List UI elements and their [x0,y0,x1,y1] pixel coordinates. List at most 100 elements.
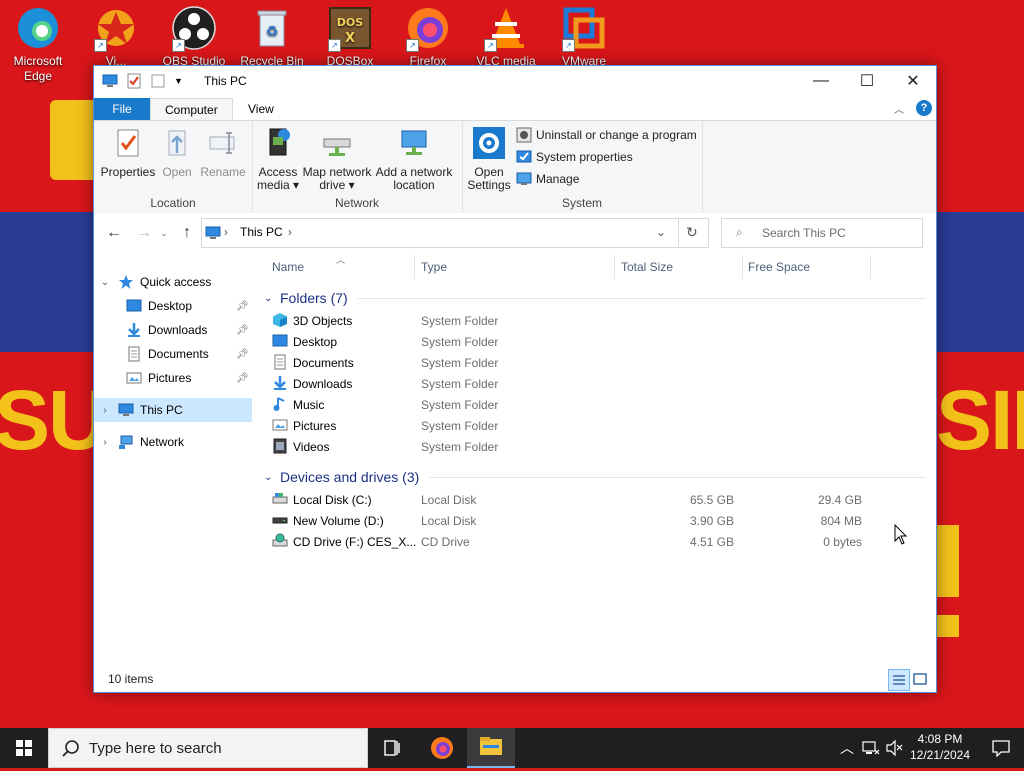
desktop-icon-vmware[interactable]: ↗ VMware [546,4,622,69]
recent-locations-chevron-icon[interactable]: ⌄ [154,223,174,243]
nav-item-documents[interactable]: Documents 📌︎ [94,342,252,366]
nav-item-network[interactable]: › Network [94,430,252,454]
chevron-right-icon[interactable]: › [99,405,111,416]
manage-button[interactable]: Manage [516,170,579,188]
volume-muted-icon [886,740,903,756]
access-media-button[interactable]: Access media ▾ [256,127,300,192]
column-header-total-size[interactable]: Total Size [621,253,673,281]
properties-button[interactable]: Properties [100,127,156,179]
desktop-icon-dosbox[interactable]: DOS X ↗ DOSBox [312,4,388,69]
large-icons-view-button[interactable] [910,669,930,689]
chevron-down-icon[interactable]: ⌄ [99,277,111,288]
task-view-button[interactable] [368,728,416,768]
search-box[interactable]: ⌕ Search This PC [721,218,923,248]
properties-icon [117,129,139,157]
desktop-icon-recycle-bin[interactable]: ♻ Recycle Bin [234,4,310,69]
nav-item-quick-access[interactable]: ⌄ Quick access [94,270,252,294]
breadcrumb-separator-icon[interactable]: › [288,225,292,239]
tab-file[interactable]: File [94,98,150,120]
details-view-button[interactable] [888,669,910,691]
title-bar[interactable]: ▼ This PC — ☐ ✕ [94,66,936,96]
desktop-icon-2[interactable]: ↗ Vi... [78,4,154,69]
desktop-icon-edge[interactable]: Microsoft Edge [0,4,76,84]
nav-item-this-pc[interactable]: › This PC [94,398,252,422]
taskbar-clock[interactable]: 4:08 PM 12/21/2024 [904,731,976,763]
new-folder-qat-icon[interactable] [150,73,166,89]
desktop-icon-vlc[interactable]: ↗ VLC media [468,4,544,69]
list-item[interactable]: Documents System Folder [272,352,872,373]
manage-icon [516,172,532,185]
list-item[interactable]: Videos System Folder [272,436,872,457]
properties-qat-icon[interactable] [126,73,142,89]
chevron-right-icon[interactable]: › [99,437,111,448]
gear-icon [473,127,505,159]
open-settings-button[interactable]: Open Settings [466,127,512,192]
nav-item-desktop[interactable]: Desktop 📌︎ [94,294,252,318]
pin-icon[interactable]: 📌︎ [236,373,249,384]
taskbar-firefox-button[interactable] [418,728,466,768]
taskbar-search-box[interactable]: Type here to search [48,728,368,768]
list-item[interactable]: CD Drive (F:) CES_X... CD Drive 4.51 GB … [272,531,872,552]
list-item[interactable]: Downloads System Folder [272,373,872,394]
this-pc-icon [118,403,134,416]
maximize-button[interactable]: ☐ [844,66,890,96]
rename-button[interactable]: Rename [198,127,248,179]
system-properties-button[interactable]: System properties [516,148,633,166]
tab-computer[interactable]: Computer [150,98,233,121]
list-item[interactable]: 3D Objects System Folder [272,310,872,331]
breadcrumb-this-pc[interactable]: This PC [240,225,283,239]
customize-qat-chevron-icon[interactable]: ▼ [174,76,183,86]
list-item[interactable]: Desktop System Folder [272,331,872,352]
back-button[interactable]: ← [104,223,124,243]
show-hidden-icons-button[interactable]: ︿ [838,728,856,768]
ribbon-group-label: Location [150,196,196,210]
edge-icon [14,4,62,52]
rename-icon [209,132,235,154]
add-network-location-button[interactable]: Add a network location [374,127,454,192]
chevron-down-icon[interactable]: ⌄ [264,472,280,483]
file-explorer-icon [480,737,502,755]
group-header-folders[interactable]: ⌄ Folders (7) [264,287,926,309]
tab-view[interactable]: View [234,98,288,120]
forward-button[interactable]: → [134,223,154,243]
search-icon: ⌕ [736,225,743,239]
network-tray-button[interactable] [860,728,882,768]
pin-icon[interactable]: 📌︎ [236,325,249,336]
help-icon[interactable]: ? [916,100,932,116]
group-header-devices-and-drives[interactable]: ⌄ Devices and drives (3) [264,466,926,488]
desktop-icon-obs[interactable]: ↗ OBS Studio [156,4,232,69]
drive-icon [272,517,288,524]
uninstall-program-button[interactable]: Uninstall or change a program [516,126,697,144]
pin-icon[interactable]: 📌︎ [236,349,249,360]
desktop-icon-firefox[interactable]: ↗ Firefox [390,4,466,69]
collapse-ribbon-icon[interactable]: ︿ [894,101,904,116]
close-button[interactable]: ✕ [890,66,936,96]
nav-item-downloads[interactable]: Downloads 📌︎ [94,318,252,342]
column-header-type[interactable]: Type [421,253,447,281]
list-item[interactable]: Local Disk (C:) Local Disk 65.5 GB 29.4 … [272,489,872,510]
refresh-icon[interactable]: ↻ [686,224,698,241]
list-item[interactable]: Pictures System Folder [272,415,872,436]
map-network-drive-button[interactable]: Map network drive ▾ [302,127,372,192]
nav-item-pictures[interactable]: Pictures 📌︎ [94,366,252,390]
desktop-icon-label: Microsoft Edge [13,54,63,83]
notifications-button[interactable] [980,728,1024,768]
volume-tray-button[interactable] [884,728,904,768]
up-button[interactable]: ↑ [177,223,197,243]
taskbar-file-explorer-button[interactable] [467,728,515,768]
minimize-button[interactable]: — [798,66,844,96]
address-dropdown-chevron-icon[interactable]: ⌄ [656,225,666,239]
navigation-bar: ← → ⌄ ↑ › This PC › ⌄ ↻ ⌕ Search This PC [94,213,936,253]
this-pc-icon [102,74,118,87]
pin-icon[interactable]: 📌︎ [236,301,249,312]
open-button[interactable]: Open [158,127,196,179]
list-item[interactable]: Music System Folder [272,394,872,415]
breadcrumb-separator-icon[interactable]: › [224,225,228,239]
column-header-free-space[interactable]: Free Space [748,253,810,281]
chevron-down-icon[interactable]: ⌄ [264,293,280,304]
start-button[interactable] [0,728,48,768]
list-item[interactable]: New Volume (D:) Local Disk 3.90 GB 804 M… [272,510,872,531]
address-bar[interactable]: › This PC › ⌄ ↻ [201,218,709,248]
dosbox-icon: DOS X ↗ [326,4,374,52]
column-header-name[interactable]: Name [272,253,304,281]
